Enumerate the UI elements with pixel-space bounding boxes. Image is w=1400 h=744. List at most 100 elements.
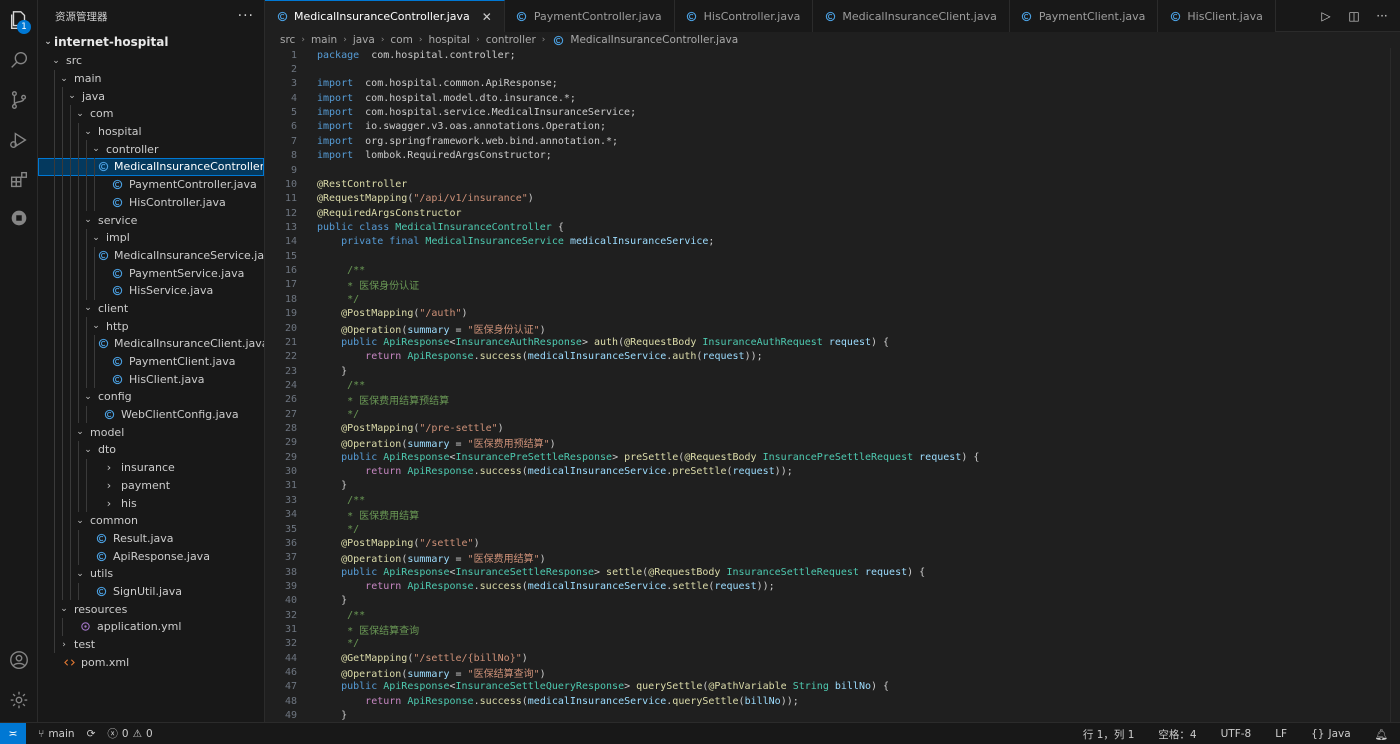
cursor-position[interactable]: 行 1，列 1 [1083, 727, 1135, 742]
problems-indicator[interactable]: ⓧ 0 ⚠ 0 [107, 726, 152, 741]
tree-item[interactable]: ⌄ http [38, 317, 264, 335]
code-token: @Operation [341, 324, 402, 336]
tree-item[interactable]: › insurance [38, 458, 264, 477]
eol[interactable]: LF [1275, 728, 1287, 740]
code-token: public [341, 336, 378, 348]
tree-item[interactable]: ⌄ common [38, 511, 264, 530]
tree-item[interactable]: ⌄ impl [38, 228, 264, 247]
chevron-right-icon: › [62, 639, 66, 650]
code-token: public [341, 451, 378, 463]
tree-item[interactable]: PaymentController.java [38, 175, 264, 194]
java-file-icon [94, 586, 108, 597]
editor-tab[interactable]: PaymentController.java [504, 0, 675, 32]
tree-item[interactable]: › test [38, 635, 264, 654]
remote-explorer-icon[interactable] [7, 206, 31, 230]
breadcrumb-item[interactable]: MedicalInsuranceController.java [570, 34, 738, 46]
tree-item[interactable]: ⌄ client [38, 299, 264, 318]
tree-item[interactable]: HisController.java [38, 193, 264, 212]
tree-item-label: dto [98, 443, 117, 457]
breadcrumb-item[interactable]: controller [486, 34, 536, 46]
code-editor[interactable]: 1 package com.hospital.controller; 2 3 impor… [265, 48, 1400, 722]
code-token: > [624, 681, 637, 693]
extensions-icon[interactable] [7, 168, 31, 192]
tree-item[interactable]: PaymentClient.java [38, 352, 264, 371]
tree-item[interactable]: Result.java [38, 529, 264, 548]
tree-item[interactable]: pom.xml [38, 653, 264, 671]
tree-item[interactable]: ⌄ utils [38, 564, 264, 583]
breadcrumb-item[interactable]: com [390, 34, 412, 46]
tab-label: MedicalInsuranceController.java [294, 10, 470, 23]
chevron-down-icon: ⌄ [84, 126, 92, 137]
line-number: 7 [290, 135, 297, 147]
java-file-icon [110, 356, 124, 367]
breadcrumb-item[interactable]: java [353, 34, 375, 46]
close-icon[interactable]: ✕ [482, 10, 492, 24]
editor-tab[interactable]: PaymentClient.java [1009, 0, 1159, 32]
tree-item[interactable]: MedicalInsuranceService.java [38, 246, 264, 265]
editor-tab[interactable]: HisClient.java [1158, 0, 1276, 32]
tree-item[interactable]: ⌄ service [38, 211, 264, 229]
tree-item[interactable]: PaymentService.java [38, 264, 264, 282]
settings-gear-icon[interactable] [7, 688, 31, 712]
tree-item[interactable]: MedicalInsuranceClient.java [38, 335, 264, 353]
tree-item[interactable]: › his [38, 494, 264, 512]
tree-item[interactable]: WebClientConfig.java [38, 405, 264, 424]
notifications-bell-icon[interactable]: 🔔︎ [1375, 728, 1388, 741]
tree-item[interactable]: HisService.java [38, 281, 264, 300]
tree-item[interactable]: ⌄ dto [38, 441, 264, 459]
more-actions-button[interactable]: ··· [238, 8, 254, 24]
encoding[interactable]: UTF-8 [1221, 728, 1252, 740]
tree-item-label: payment [121, 478, 171, 492]
code-line: 32 */ [265, 637, 1400, 651]
breadcrumb-item[interactable]: main [311, 34, 337, 46]
tree-item[interactable]: ⌄ java [38, 87, 264, 106]
tree-item[interactable]: application.yml [38, 618, 264, 636]
tree-item[interactable]: ⌄ controller [38, 140, 264, 159]
more-actions-icon[interactable]: ··· [1374, 8, 1390, 24]
line-number: 1 [290, 49, 297, 61]
tree-item-label: WebClientConfig.java [121, 408, 239, 422]
breadcrumb-item[interactable]: hospital [428, 34, 470, 46]
indentation[interactable]: 空格：4 [1158, 727, 1196, 742]
file-tree: ⌄ src ⌄ main ⌄ java ⌄ com ⌄ hospital ⌄ controller Me… [38, 52, 264, 671]
tree-item[interactable]: ⌄ model [38, 423, 264, 442]
run-icon[interactable]: ▷ [1318, 8, 1334, 24]
line-number: 8 [290, 150, 297, 162]
sync-icon[interactable]: ⟳ [87, 728, 96, 740]
code-token: request [732, 466, 775, 478]
code-text: @Operation(summary = "医保费用结算") [297, 550, 546, 565]
tree-item[interactable]: ⌄ hospital [38, 122, 264, 141]
tree-item[interactable]: ⌄ com [38, 105, 264, 123]
indent-guide [86, 158, 87, 176]
code-token: @RestController [317, 178, 408, 190]
code-text: import io.swagger.v3.oas.annotations.Ope… [297, 121, 606, 132]
run-debug-icon[interactable] [7, 128, 31, 152]
editor-tab[interactable]: HisController.java [674, 0, 814, 32]
tree-item[interactable]: ⌄ src [38, 52, 264, 70]
line-number: 26 [284, 394, 297, 406]
source-control-icon[interactable] [7, 88, 31, 112]
split-editor-icon[interactable]: ◫ [1346, 8, 1362, 24]
tree-item[interactable]: SignUtil.java [38, 582, 264, 601]
tree-item[interactable]: HisClient.java [38, 370, 264, 389]
tree-item[interactable]: ⌄ resources [38, 600, 264, 618]
editor-scrollbar[interactable] [1390, 48, 1398, 722]
indent-guide [54, 122, 55, 141]
remote-indicator-icon[interactable]: ≍ [0, 722, 26, 744]
tree-item[interactable]: › payment [38, 476, 264, 495]
tree-item[interactable]: ⌄ config [38, 388, 264, 406]
workspace-root[interactable]: ⌄ internet-hospital [38, 32, 264, 52]
search-icon[interactable] [7, 48, 31, 72]
line-number: 33 [284, 494, 297, 506]
account-icon[interactable] [7, 648, 31, 672]
tree-item[interactable]: ApiResponse.java [38, 547, 264, 565]
editor-tab[interactable]: MedicalInsuranceController.java ✕ [265, 0, 505, 32]
breadcrumb-item[interactable]: src [280, 34, 295, 46]
tree-item[interactable]: MedicalInsuranceController.java [38, 158, 264, 176]
editor-tab[interactable]: MedicalInsuranceClient.java [813, 0, 1010, 32]
code-line: 49 } [265, 709, 1400, 722]
tree-item[interactable]: ⌄ main [38, 69, 264, 88]
branch-indicator[interactable]: ⑂ main [38, 728, 75, 740]
language-mode[interactable]: {} Java [1311, 728, 1351, 740]
